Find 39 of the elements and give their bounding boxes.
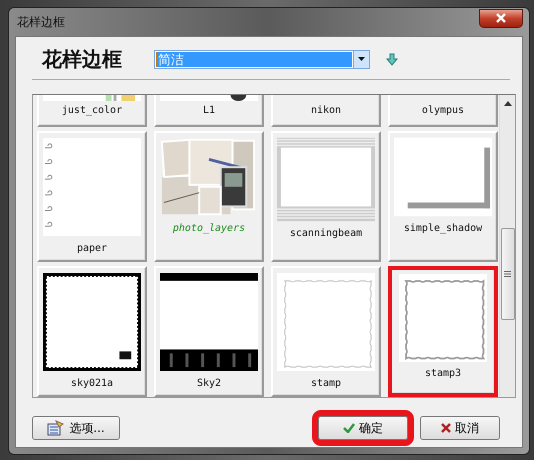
frame-name: olympus xyxy=(422,105,464,116)
frame-tile[interactable]: stamp3 xyxy=(388,266,498,397)
frame-name: L1 xyxy=(202,105,216,116)
frame-name: photo_layers xyxy=(172,223,246,234)
frame-tile[interactable]: paper xyxy=(37,131,147,262)
frame-name: scanningbeam xyxy=(290,228,362,239)
check-icon xyxy=(343,423,355,433)
frame-tile[interactable]: Sky2 xyxy=(154,266,264,397)
options-icon xyxy=(47,420,66,436)
grip-icon xyxy=(504,271,511,277)
frame-tile[interactable]: scanningbeam xyxy=(271,131,381,262)
dialog-heading: 花样边框 xyxy=(40,46,123,72)
frame-name: nikon xyxy=(310,105,342,116)
down-arrow-icon[interactable] xyxy=(386,52,398,66)
close-icon xyxy=(495,13,507,23)
scroll-up-icon[interactable] xyxy=(504,101,512,106)
options-button[interactable]: 选项... xyxy=(32,416,120,440)
frame-tile[interactable]: just_color xyxy=(37,95,147,127)
frame-name: Sky2 xyxy=(196,378,222,389)
caret-icon xyxy=(358,57,365,61)
cancel-icon xyxy=(441,423,451,433)
frame-tile[interactable]: sky021a xyxy=(37,266,147,397)
frame-tile[interactable]: photo_layers xyxy=(154,131,264,262)
frame-tile[interactable]: stamp xyxy=(271,266,381,397)
scrollbar-thumb[interactable] xyxy=(500,228,514,320)
window-title: 花样边框 xyxy=(16,14,65,30)
close-button[interactable] xyxy=(479,8,523,28)
frame-name: stamp3 xyxy=(424,368,462,379)
frame-name: simple_shadow xyxy=(404,223,482,234)
frame-name: paper xyxy=(76,243,108,254)
frame-tile[interactable]: L1 xyxy=(154,95,264,127)
scrollbar[interactable] xyxy=(499,95,515,397)
frame-tile[interactable]: simple_shadow xyxy=(388,131,498,262)
frame-name: sky021a xyxy=(70,378,114,389)
frame-tile[interactable]: nikon xyxy=(271,95,381,127)
cancel-button[interactable]: 取消 xyxy=(420,416,500,440)
frame-name: stamp xyxy=(310,378,342,389)
frame-tile[interactable]: olympus xyxy=(388,95,498,127)
frame-name: just_color xyxy=(62,105,122,116)
